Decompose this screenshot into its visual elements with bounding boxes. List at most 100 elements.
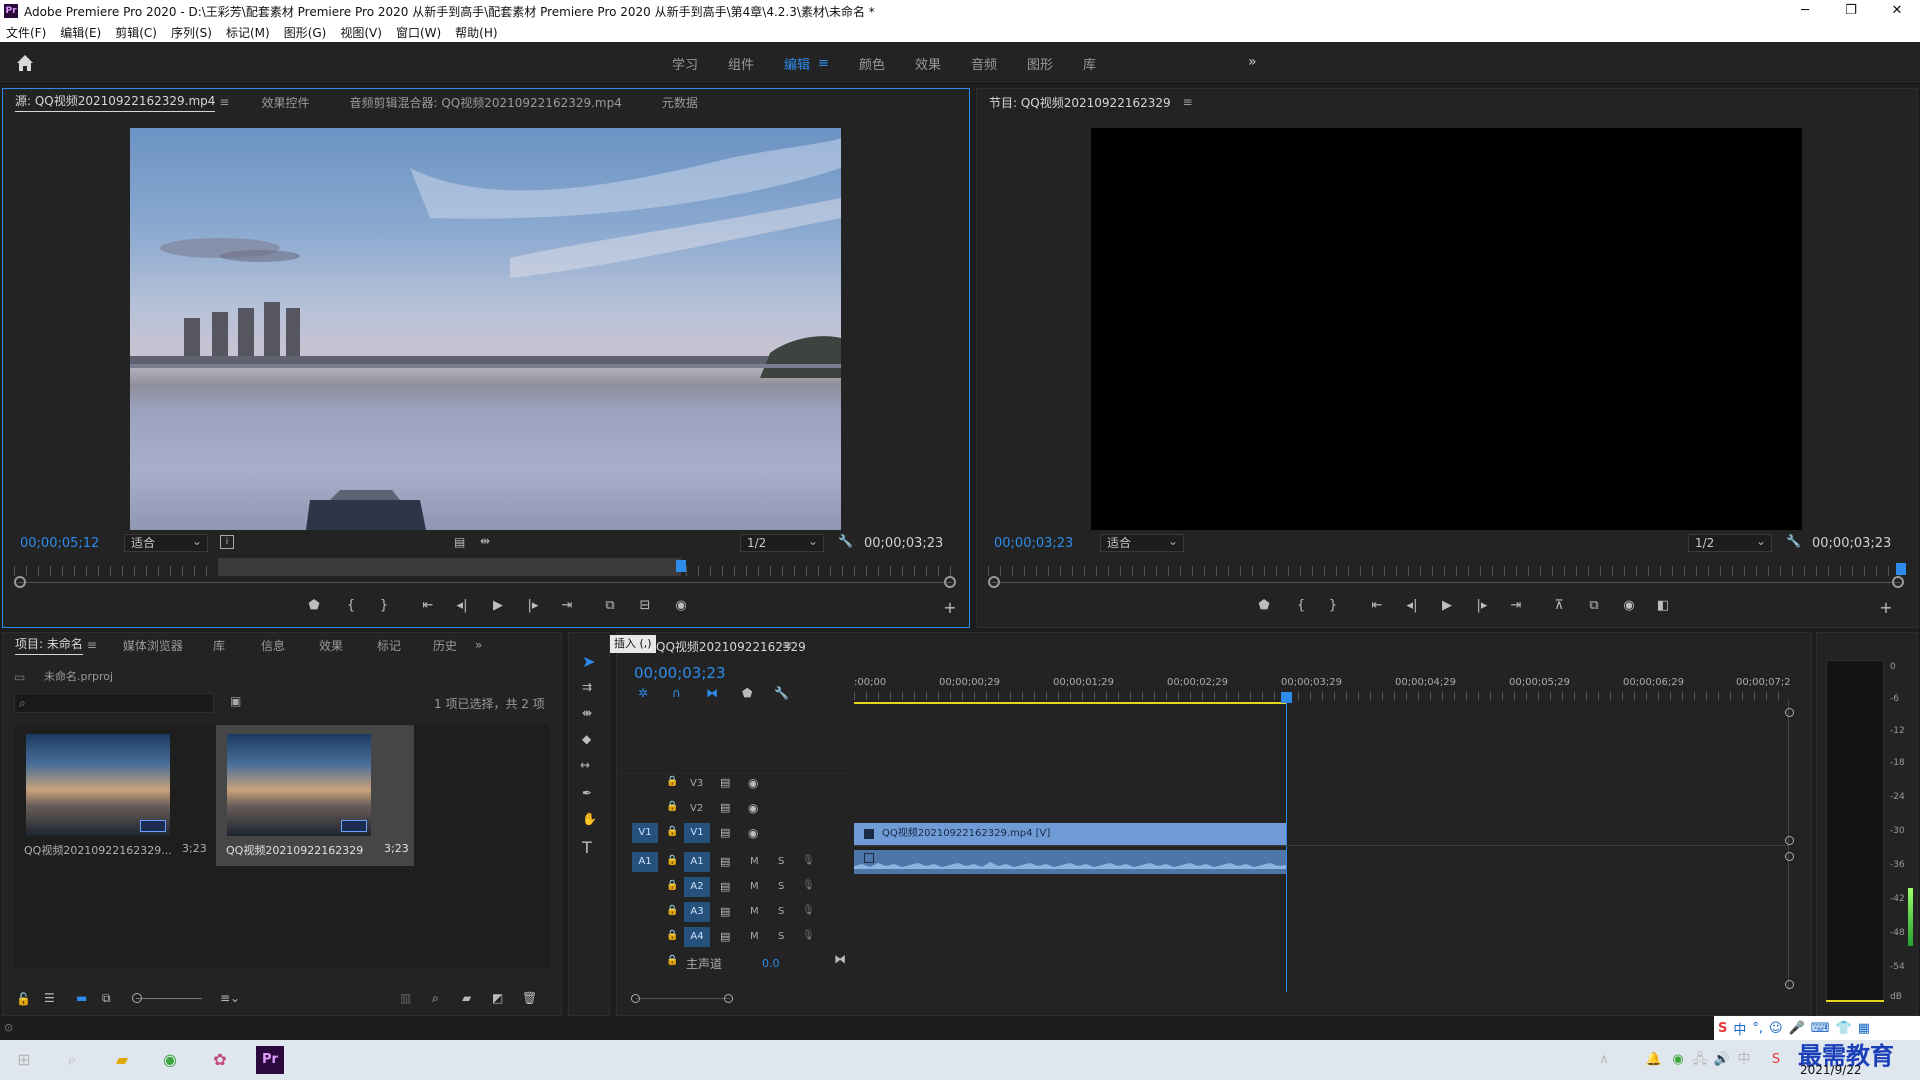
project-item-thumbnail[interactable] (26, 734, 170, 836)
source-playhead-timecode[interactable]: 00;00;05;12 (20, 536, 99, 551)
tab-effect-controls[interactable]: 效果控件 (261, 94, 309, 111)
track-target-a1[interactable]: A1 (684, 852, 710, 872)
windows-start-icon[interactable]: ⊞ (10, 1046, 38, 1074)
premiere-taskbar-icon[interactable]: Pr (256, 1046, 284, 1074)
workspace-audio[interactable]: 音频 (971, 54, 997, 73)
new-bin-icon[interactable]: ▰ (462, 991, 471, 1005)
tab-info[interactable]: 信息 (261, 637, 285, 654)
workspace-menu-icon[interactable]: ≡ (818, 56, 829, 71)
selection-tool-icon[interactable]: ➤ (582, 652, 595, 671)
snap-icon[interactable]: ∩ (672, 686, 681, 700)
close-button[interactable]: ✕ (1874, 0, 1920, 22)
source-resolution-dropdown[interactable]: 1/2 (740, 533, 824, 552)
mute-button[interactable]: M (750, 856, 759, 867)
voiceover-mic-icon[interactable]: 🎙 (802, 880, 815, 891)
program-zoom-dropdown[interactable]: 适合 (1100, 533, 1184, 552)
mute-button[interactable]: M (750, 881, 759, 892)
project-item-name[interactable]: QQ视频20210922162329 (226, 842, 363, 858)
maximize-button[interactable]: ❐ (1828, 0, 1874, 22)
pen-tool-icon[interactable]: ✒ (582, 786, 592, 800)
find-icon[interactable]: ⌕ (432, 991, 439, 1006)
go-to-in-icon[interactable]: ⇤ (418, 598, 438, 613)
solo-button[interactable]: S (778, 906, 784, 917)
keyboard-icon[interactable]: ⌨ (1811, 1021, 1830, 1036)
button-editor-icon[interactable]: + (940, 598, 960, 617)
program-mark-out-icon[interactable]: } (1323, 598, 1343, 613)
work-area-bar[interactable] (854, 702, 1286, 704)
tab-audio-clip-mixer[interactable]: 音频剪辑混合器: QQ视频20210922162329.mp4 (349, 94, 621, 111)
track-lock-icon[interactable]: 🔒 (666, 955, 678, 966)
mark-out-icon[interactable]: } (374, 598, 394, 613)
home-icon[interactable] (14, 52, 36, 74)
video-clip[interactable]: QQ视频20210922162329.mp4 [V] (854, 823, 1286, 845)
master-track-end-icon[interactable]: ⧓ (834, 952, 846, 966)
timeline-playhead-timecode[interactable]: 00;00;03;23 (634, 664, 726, 682)
play-button[interactable]: ▶ (488, 598, 508, 613)
search-icon[interactable]: ⌕ (58, 1046, 86, 1074)
program-playhead[interactable] (1896, 563, 1906, 575)
menu-sequence[interactable]: 序列(S) (171, 24, 212, 41)
voiceover-mic-icon[interactable]: 🎙 (802, 905, 815, 916)
sync-lock-icon[interactable]: ▤ (720, 880, 730, 893)
file-explorer-icon[interactable]: ▰ (108, 1046, 136, 1074)
program-export-frame-icon[interactable]: ◉ (1619, 598, 1639, 613)
project-item-name[interactable]: QQ视频20210922162329... (24, 842, 172, 858)
freeform-view-icon[interactable]: ⧉ (102, 991, 111, 1006)
menu-file[interactable]: 文件(F) (6, 24, 46, 41)
timeline-playhead-handle[interactable] (1281, 692, 1292, 703)
drag-audio-icon[interactable]: ⇹ (480, 534, 490, 548)
tray-chevron-icon[interactable]: ∧ (1590, 1046, 1618, 1074)
audio-scroll-top[interactable] (1785, 852, 1794, 861)
icon-view-icon[interactable]: ▬ (76, 991, 87, 1005)
program-step-back-icon[interactable]: ◂| (1402, 598, 1422, 613)
menu-view[interactable]: 视图(V) (340, 24, 382, 41)
video-scroll-top[interactable] (1785, 708, 1794, 717)
workspace-effects[interactable]: 效果 (915, 54, 941, 73)
list-view-icon[interactable]: ☰ (44, 991, 55, 1005)
toggle-output-eye-icon[interactable]: ◉ (748, 826, 758, 840)
program-go-to-out-icon[interactable]: ⇥ (1506, 598, 1526, 613)
track-target-a3[interactable]: A3 (684, 902, 710, 922)
audio-scroll-bottom[interactable] (1785, 980, 1794, 989)
step-back-icon[interactable]: ◂| (452, 598, 472, 613)
menu-help[interactable]: 帮助(H) (455, 24, 497, 41)
new-item-icon[interactable]: ◩ (492, 991, 503, 1005)
menu-markers[interactable]: 标记(M) (226, 24, 270, 41)
source-in-out-range[interactable] (218, 558, 681, 576)
menu-window[interactable]: 窗口(W) (396, 24, 441, 41)
go-to-out-icon[interactable]: ⇥ (557, 598, 577, 613)
voiceover-mic-icon[interactable]: 🎙 (802, 930, 815, 941)
browser-icon[interactable]: ◉ (156, 1046, 184, 1074)
menu-edit[interactable]: 编辑(E) (60, 24, 101, 41)
comparison-view-icon[interactable]: ◧ (1653, 598, 1673, 613)
zoom-handle-left[interactable] (14, 576, 26, 588)
workspace-graphics[interactable]: 图形 (1027, 54, 1053, 73)
project-search-input[interactable]: ⌕ (14, 693, 214, 713)
program-step-forward-icon[interactable]: |▸ (1472, 598, 1492, 613)
emoji-icon[interactable]: ☺ (1769, 1021, 1783, 1036)
program-resolution-dropdown[interactable]: 1/2 (1688, 533, 1772, 552)
slip-tool-icon[interactable]: ↔ (580, 758, 590, 772)
skin-icon[interactable]: 👕 (1836, 1021, 1852, 1036)
nest-toggle-icon[interactable]: ✲ (638, 686, 648, 700)
linked-selection-icon[interactable]: ⧓ (706, 686, 718, 700)
sync-lock-icon[interactable]: ▤ (720, 776, 730, 789)
program-zoom-handle-left[interactable] (988, 576, 1000, 588)
tab-effects[interactable]: 效果 (319, 637, 343, 654)
track-lock-icon[interactable]: 🔒 (666, 855, 678, 866)
track-select-tool-icon[interactable]: ⇉ (582, 680, 592, 694)
voiceover-mic-icon[interactable]: 🎙 (802, 855, 815, 866)
source-playhead[interactable] (676, 560, 686, 572)
tab-markers[interactable]: 标记 (377, 637, 401, 654)
timeline-settings-icon[interactable]: 🔧 (774, 686, 789, 700)
drag-video-icon[interactable]: ▤ (454, 535, 465, 549)
razor-tool-icon[interactable]: ◆ (582, 732, 591, 746)
program-add-marker-icon[interactable]: ⬟ (1254, 598, 1274, 613)
mute-button[interactable]: M (750, 931, 759, 942)
ime-mode[interactable]: 中 (1733, 1019, 1746, 1038)
lift-button[interactable]: ⊼ (1549, 598, 1569, 613)
panel-menu-icon[interactable]: ≡ (219, 95, 229, 109)
toggle-output-eye-icon[interactable]: ◉ (748, 801, 758, 815)
wrench-icon[interactable]: 🔧 (838, 534, 853, 548)
project-item-thumbnail[interactable] (227, 734, 371, 836)
